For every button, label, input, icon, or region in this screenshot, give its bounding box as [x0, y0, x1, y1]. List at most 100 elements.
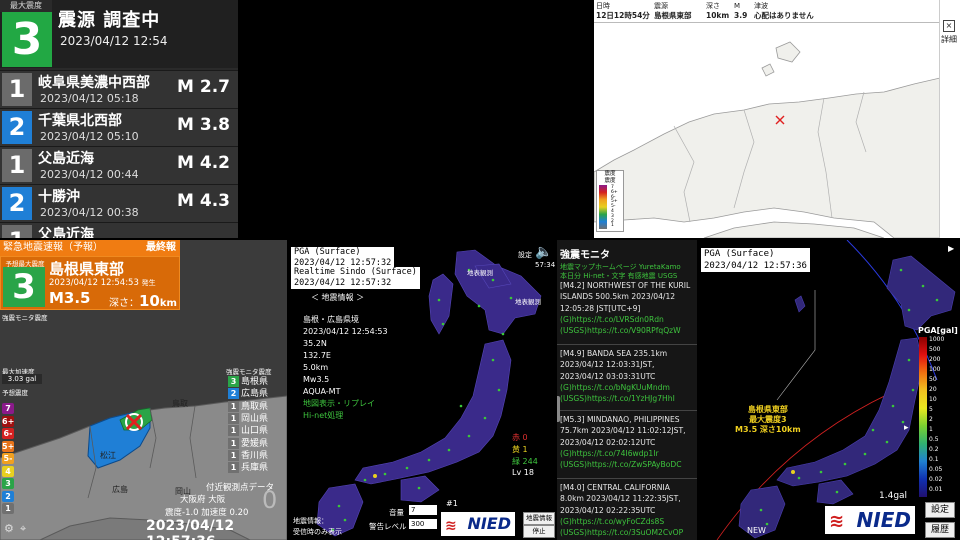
nied-mark-icon: ≋ — [445, 518, 457, 534]
quake-item-magnitude: M 2.7 — [177, 77, 230, 97]
feed-item-link[interactable]: (G)https://t.co/LVRSdn0Rdn — [560, 314, 695, 325]
quake-item-time: 2023/04/12 00:38 — [40, 206, 139, 219]
pga-scale-value: 50 — [929, 376, 937, 383]
pga-scale-value: 20 — [929, 386, 937, 393]
station-big-value: 0 — [262, 486, 278, 514]
history-button[interactable]: 履歴 — [925, 522, 955, 538]
feed-item[interactable]: [M4.9] BANDA SEA 235.1km 2023/04/12 12:0… — [560, 348, 695, 404]
alarm-select[interactable]: 300 — [409, 519, 437, 529]
stop-button[interactable]: 停止 — [523, 525, 555, 538]
event-max-int: 最大震度3 — [749, 415, 787, 424]
prefecture-row[interactable]: 3 島根県 — [228, 376, 268, 388]
prefecture-row[interactable]: 1 香川県 — [228, 449, 269, 462]
info-column-head: M — [734, 2, 741, 10]
event-region: 島根県東部 — [747, 405, 788, 414]
prefecture-row[interactable]: 1 愛媛県 — [228, 437, 269, 450]
crosshair-icon[interactable]: ⌖ — [20, 522, 26, 536]
forecast-intensity-label: 予想震度 — [2, 389, 28, 397]
map-label-matsue: 松江 — [100, 450, 116, 460]
quake-list-item[interactable]: 2 十勝沖 2023/04/12 00:38 M 4.3 — [0, 184, 238, 222]
quake-item-magnitude: M 4.2 — [177, 153, 230, 173]
pga-scale-value: 0.05 — [929, 466, 943, 473]
info-column-head: 津波 — [754, 2, 768, 10]
quake-info-line: Mw3.5 — [303, 375, 330, 384]
eew-depth-label: 深さ： — [109, 298, 139, 309]
quake-list-item[interactable]: 1 父島近海 2023/04/12 00:44 M 4.2 — [0, 146, 238, 184]
info-column-head: 深さ — [706, 2, 720, 10]
eew-card[interactable]: 予想最大震度 3 島根県東部 2023/04/12 12:54:53 発生 M3… — [0, 256, 180, 310]
pga-scale-value: 0.1 — [929, 456, 939, 463]
info-column-value: 島根県東部 — [654, 11, 692, 20]
feed-item[interactable]: [M4.0] CENTRAL CALIFORNIA 8.0km 2023/04/… — [560, 482, 695, 538]
legend-title: 震度 — [604, 171, 616, 177]
legend-level-badge: 7 — [2, 403, 14, 414]
feed-item[interactable]: [M4.2] NORTHWEST OF THE KURIL ISLANDS 50… — [560, 280, 695, 336]
info-column-value: 心配はありません — [754, 11, 814, 20]
map-replay-link[interactable]: 地図表示・リプレイ — [303, 398, 375, 409]
prefecture-list-label: 強震モニタ震度 — [226, 368, 272, 376]
quake-info-lines: 島根・広島県境 2023/04/12 12:54:53 35.2N 132.7E 5.0… — [303, 314, 388, 398]
eew-magnitude: M3.5 — [49, 289, 91, 307]
feed-item-link[interactable]: (USGS)https://t.co/ZwSPAyBoDC — [560, 459, 695, 470]
quake-item-intensity: 1 — [2, 73, 32, 106]
feed-item[interactable]: [M5.3] MINDANAO, PHILIPPINES 75.7km 2023… — [560, 414, 695, 470]
prefecture-name: 岡山県 — [241, 413, 269, 424]
pga-nied-logo-text: NIED — [856, 508, 911, 532]
station-reading: 震度-1.0 加速度 0.20 — [165, 508, 249, 518]
info-column-head: 日時 — [596, 2, 610, 10]
count-green: 緑 244 — [512, 457, 538, 466]
prefecture-row[interactable]: 1 岡山県 — [228, 412, 269, 425]
feed-item-link[interactable]: (USGS)https://t.co/V90RPfqQzW — [560, 325, 695, 336]
feed-item-link[interactable]: (USGS)https://t.co/1YzHJg7HhI — [560, 393, 695, 404]
feed-item-link[interactable]: (G)https://t.co/74I6wdp1Ir — [560, 448, 695, 459]
feed-item-link[interactable]: (G)https://t.co/wyFoCZds8S — [560, 516, 695, 527]
feed-divider — [557, 344, 697, 345]
prefecture-row[interactable]: 1 山口県 — [228, 425, 268, 437]
prefecture-row[interactable]: 1 鳥取県 — [228, 400, 268, 413]
quake-list-item[interactable]: 1 父島近海 — [0, 222, 238, 238]
legend-level-badge: 5- — [2, 453, 14, 464]
quake-item-time: 2023/04/12 05:18 — [40, 92, 139, 105]
legend-level-badge: 3 — [2, 478, 14, 489]
quake-item-region: 父島近海 — [38, 151, 94, 167]
quake-info-button[interactable]: 地震情報 — [523, 512, 555, 525]
pga-scale-value: 0.2 — [929, 446, 939, 453]
surface-label-2: 地表観測 — [515, 298, 541, 306]
quake-info-line: 35.2N — [303, 339, 327, 348]
feed-scrollbar[interactable] — [557, 396, 560, 422]
expand-icon[interactable]: ▶ — [948, 244, 954, 253]
volume-select[interactable]: 7 — [409, 505, 437, 515]
hinet-link[interactable]: Hi-net処理 — [303, 410, 343, 421]
prefecture-name: 山口県 — [241, 426, 269, 437]
gear-icon[interactable]: ⚙ — [4, 522, 14, 535]
latest-quake-header[interactable]: 最大震度 3 震源 調査中 2023/04/12 12:54 — [0, 0, 238, 68]
prefecture-row[interactable]: 1 兵庫県 — [228, 462, 268, 474]
quake-info-bar: 日時 12日12時54分 震源 島根県東部 深さ 10km M 3.9 津波 心配はありません — [594, 0, 940, 23]
prefecture-intensity: 2 — [228, 388, 239, 400]
quake-item-time: 2023/04/12 05:10 — [40, 130, 139, 143]
pga-map-time: 2023/04/12 12:57:36 — [704, 261, 807, 271]
quake-list-item[interactable]: 2 千葉県北西部 2023/04/12 05:10 M 3.8 — [0, 108, 238, 146]
prefecture-intensity: 3 — [228, 376, 239, 387]
detail-button[interactable]: 詳細 — [941, 34, 957, 45]
feed-item-link[interactable]: (G)https://t.co/bNgKUuMndm — [560, 382, 695, 393]
prefecture-row[interactable]: 2 広島県 — [228, 388, 268, 400]
quake-list-item[interactable]: 1 岐阜県美濃中西部 2023/04/12 05:18 M 2.7 — [0, 70, 238, 108]
map-label-hiroshima: 広島 — [112, 484, 128, 494]
pga-scale-title: PGA[gal] — [918, 326, 958, 335]
settings-button[interactable]: 設定 — [925, 502, 955, 518]
close-icon[interactable]: × — [943, 20, 955, 32]
quake-info-line: 5.0km — [303, 363, 329, 372]
event-annotation: 島根県東部 最大震度3 M3.5 深さ10km — [735, 405, 801, 435]
legend-bar — [599, 185, 607, 229]
feed-item-link[interactable]: (USGS)https://t.co/3SuOM2CvOP — [560, 527, 695, 538]
pga-scale-value: 1000 — [929, 336, 945, 343]
eew-footer-time: 2023/04/12 12:57:36 — [146, 518, 235, 540]
info-map[interactable] — [594, 22, 940, 238]
speaker-icon[interactable]: 🔈 — [535, 244, 552, 260]
alarm-label: 警告レベル — [369, 522, 407, 531]
prefecture-name: 愛媛県 — [241, 438, 269, 449]
nied-logo-text: NIED — [467, 514, 511, 533]
settings-label[interactable]: 設定 — [518, 250, 532, 260]
prefecture-name: 香川県 — [241, 450, 269, 461]
